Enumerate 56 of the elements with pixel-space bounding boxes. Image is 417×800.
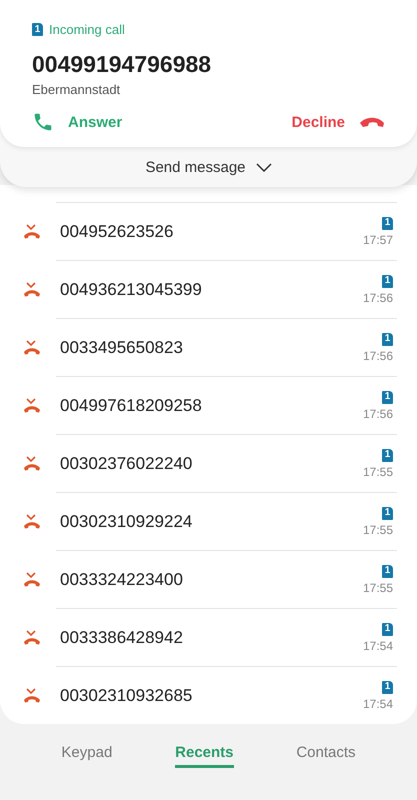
call-number: 00302310929224: [60, 512, 194, 532]
call-number: 00302310932685: [60, 686, 194, 706]
call-time: 17:55: [362, 464, 393, 478]
call-number: 00302376022240: [60, 454, 194, 474]
call-row[interactable]: 004997618209258 1 17:56: [56, 376, 397, 434]
call-row[interactable]: 0033324223400 1 17:55: [56, 550, 397, 608]
chevron-down-icon: [256, 162, 272, 172]
missed-call-icon: [24, 688, 40, 703]
sim-badge: 1: [382, 332, 393, 346]
sim-badge: 1: [382, 216, 393, 230]
missed-call-icon: [24, 398, 40, 413]
call-number: 004997618209258: [60, 396, 203, 416]
call-number: 0033324223400: [60, 570, 184, 590]
sim-badge: 1: [382, 506, 393, 520]
sim-badge: 1: [382, 274, 393, 288]
call-time: 17:54: [362, 696, 393, 710]
call-time: 17:57: [362, 232, 393, 246]
missed-call-icon: [24, 514, 40, 529]
call-number: 0033386428942: [60, 628, 184, 648]
call-number: 0033495650823: [60, 338, 184, 358]
call-number: 004952623526: [60, 222, 174, 242]
missed-call-icon: [24, 224, 40, 239]
sim-badge: 1: [382, 448, 393, 462]
call-time: 17:54: [362, 638, 393, 652]
call-row[interactable]: 00302310929224 1 17:55: [56, 492, 397, 550]
call-time: 17:56: [362, 348, 393, 362]
caller-location: Ebermannstadt: [32, 82, 122, 97]
call-row[interactable]: 00302376022240 1 17:55: [56, 434, 397, 492]
missed-call-icon: [24, 630, 40, 645]
call-row[interactable]: 0033386428942 1 17:54: [56, 608, 397, 666]
missed-call-icon: [24, 282, 40, 297]
call-time: 17:56: [362, 406, 393, 420]
send-message-button[interactable]: Send message: [0, 147, 417, 187]
sim-badge: 1: [32, 23, 43, 36]
hang-up-icon: [359, 116, 385, 128]
tab[interactable]: Keypad: [61, 742, 112, 768]
incoming-call-label: Incoming call: [49, 22, 125, 37]
call-time: 17:56: [362, 290, 393, 304]
call-row[interactable]: 00302310932685 1 17:54: [56, 666, 397, 724]
sim-badge: 1: [382, 622, 393, 636]
call-row[interactable]: 004952623526 1 17:57: [56, 202, 397, 260]
sim-badge: 1: [382, 564, 393, 578]
call-row[interactable]: 0033495650823 1 17:56: [56, 318, 397, 376]
call-time: 17:55: [362, 522, 393, 536]
call-number: 004936213045399: [60, 280, 203, 300]
sim-badge: 1: [382, 680, 393, 694]
sim-badge: 1: [382, 390, 393, 404]
call-time: 17:55: [362, 580, 393, 594]
missed-call-icon: [24, 572, 40, 587]
missed-call-icon: [24, 456, 40, 471]
tab[interactable]: Contacts: [296, 742, 356, 768]
call-row[interactable]: 004936213045399 1 17:56: [56, 260, 397, 318]
decline-button[interactable]: Decline: [292, 114, 385, 130]
missed-call-icon: [24, 340, 40, 355]
caller-number: 00499194796988: [32, 51, 212, 78]
phone-icon: [32, 111, 54, 133]
